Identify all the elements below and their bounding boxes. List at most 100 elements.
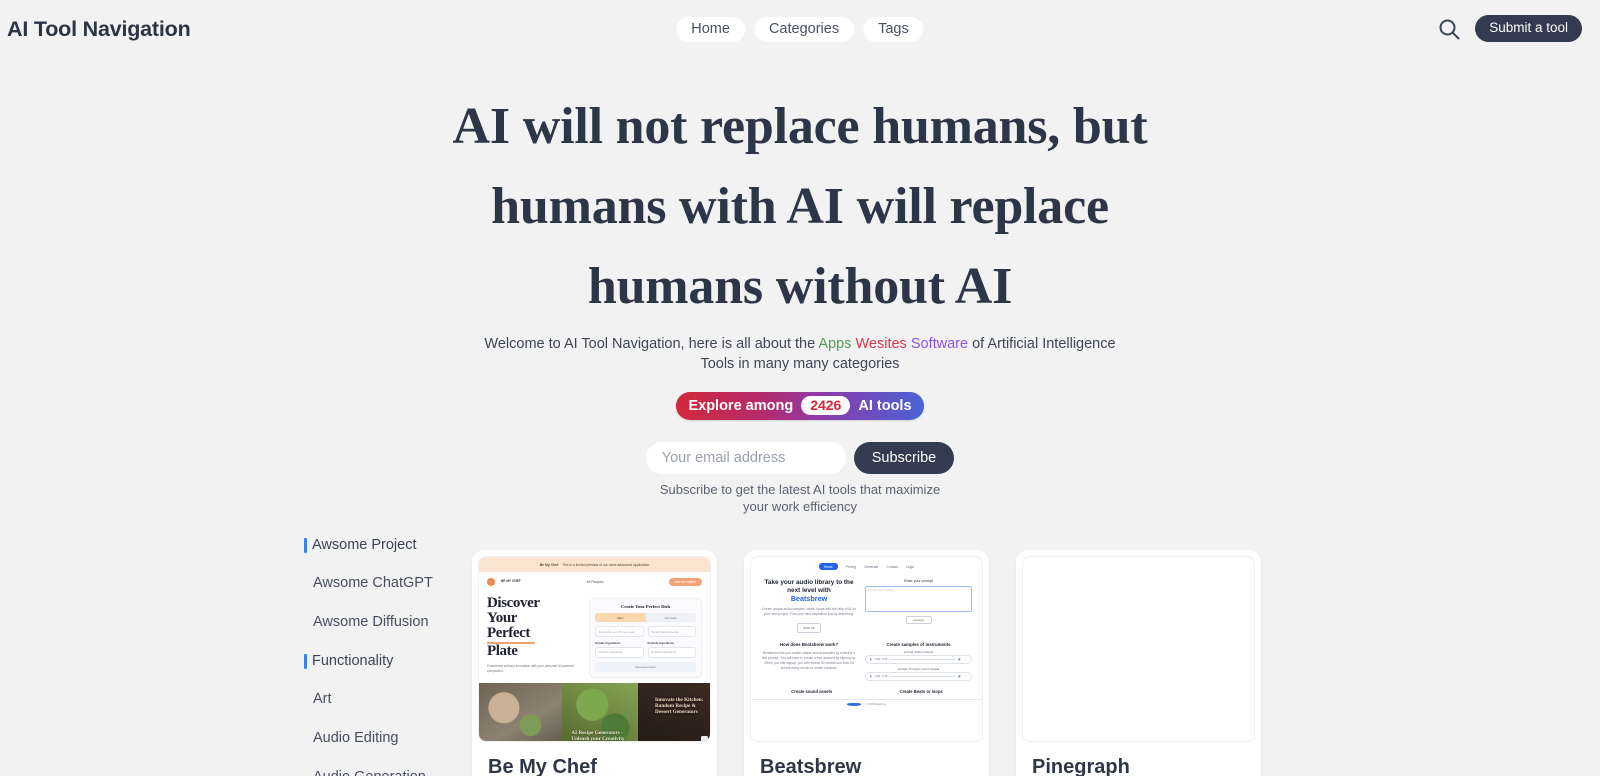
thumb-prompt-title: Enter your prompt (904, 579, 933, 583)
thumb-copyright-row: © 2023 Beatsbrew (751, 698, 982, 706)
card-body: Pinegraph Create art with Pinegraph & Pi… (1016, 742, 1261, 776)
explore-tools-button[interactable]: Explore among 2426 AI tools (676, 392, 924, 420)
thumb-prompt-box: Prompt: piano melody (865, 586, 972, 612)
thumb-lead: Experience culinary innovation with your… (487, 663, 574, 673)
thumb-nav-pricing: Pricing (845, 564, 857, 569)
thumb-paragraph: Create unique audio samples, beats, loop… (761, 607, 857, 617)
thumb-signup-button: SIGN UP (797, 622, 821, 633)
thumb-player-track (890, 658, 956, 660)
sidebar-heading-functionality[interactable]: Functionality (304, 653, 454, 669)
thumb-section-right-title: Create samples of instruments (886, 641, 951, 647)
thumb-cta-button: Add the waitlist (668, 578, 702, 586)
thumb-field-keywords: Keywords, e.g. 15 mins, less (595, 626, 644, 637)
thumb-main: Take your audio library to the next leve… (751, 579, 982, 633)
email-input[interactable] (645, 442, 846, 474)
thumb-form-panel: Create Your Perfect Dish Main Recreate K… (589, 598, 702, 678)
hero-subtitle-after: of Artificial Intelligence (968, 336, 1116, 352)
thumb-nav-generate: Generate (864, 564, 879, 569)
nav-item-home[interactable]: Home (676, 17, 745, 42)
thumb-main: Discover Your Perfect Plate Experience culi… (479, 592, 710, 678)
subscribe-button[interactable]: Subscribe (853, 442, 955, 474)
thumb-tab-main: Main (595, 613, 646, 622)
explore-suffix: AI tools (858, 397, 912, 414)
subscribe-note: Subscribe to get the latest AI tools tha… (0, 482, 1600, 515)
thumb-section-left-body: Beatsbrew lets you create unique sound s… (761, 650, 857, 671)
explore-row: Explore among 2426 AI tools (0, 392, 1600, 420)
site-header: AI Tool Navigation Home Categories Tags … (0, 0, 1600, 59)
page-title-line-3: humans without AI (587, 258, 1013, 315)
thumb-player-time: 0:00 / 0:10 (875, 674, 888, 678)
thumb-footer-headings: Create sound assets Create Beats or loop… (751, 689, 982, 694)
hero-link-software[interactable]: Software (911, 336, 968, 352)
hero-section: AI will not replace humans, but humans w… (0, 59, 1600, 515)
search-icon[interactable] (1437, 17, 1461, 41)
thumb-field-dietary: Dietary Requirements (647, 626, 696, 637)
nav-item-categories[interactable]: Categories (753, 17, 855, 42)
thumb-prompt-1: prompt: Piano melody (903, 649, 934, 654)
page-title-line-1: AI will not replace humans, but (452, 98, 1148, 155)
tool-thumbnail-be-my-chef: Be My Chef This is a limited preview of … (478, 556, 711, 742)
thumb-headline: Discover Your Perfect Plate (487, 595, 540, 659)
category-sidebar: Awsome Project Awsome ChatGPT Awsome Dif… (304, 537, 454, 776)
card-title: Pinegraph (1032, 756, 1130, 776)
sidebar-item-awsome-diffusion[interactable]: Awsome Diffusion (304, 614, 454, 630)
thumb-player-time: 0:00 / 0:10 (875, 657, 888, 661)
tool-card-pinegraph[interactable]: Pinegraph Create art with Pinegraph & Pi… (1016, 550, 1261, 776)
thumb-banner-note: This is a limited preview of our more ad… (562, 562, 650, 567)
hero-link-apps[interactable]: Apps (818, 336, 851, 352)
thumb-copyright: © 2023 Beatsbrew (864, 702, 887, 706)
subscribe-form: Subscribe (0, 442, 1600, 474)
thumb-photo-strip: AI Recipe Generators - Unleash your Crea… (479, 682, 710, 741)
tool-card-be-my-chef[interactable]: Be My Chef This is a limited preview of … (472, 550, 717, 776)
tool-thumbnail-pinegraph (1022, 556, 1255, 742)
thumb-photo-caption-2: Innovate the Kitchen: Random Recipe & De… (655, 696, 704, 715)
hero-subtitle-line2: Tools in many many categories (700, 355, 900, 372)
subscribe-note-line-1: Subscribe to get the latest AI tools tha… (659, 482, 941, 497)
thumb-underline (487, 642, 535, 644)
sidebar-item-art[interactable]: Art (304, 691, 454, 707)
thumb-brand: Beatsbrew (790, 594, 828, 604)
thumb-label-row: Include Ingredients Include Ingredients … (595, 641, 696, 658)
content-area: Awsome Project Awsome ChatGPT Awsome Dif… (0, 537, 1600, 776)
tool-card-beatsbrew[interactable]: Home Pricing Generate Contact Login Take… (744, 550, 989, 776)
thumb-field-include: Include Ingredients (595, 646, 644, 658)
thumb-foot-right: Create Beats or loops (899, 688, 943, 694)
explore-count-badge: 2426 (801, 396, 851, 415)
thumb-panel-title: Create Your Perfect Dish (620, 604, 671, 609)
card-body: Beatsbrew Generated music samples withou… (744, 742, 989, 776)
sidebar-heading-awsome-project[interactable]: Awsome Project (304, 537, 454, 553)
thumb-label-include: Include Ingredients (595, 641, 621, 645)
thumb-label-exclude: Exclude Ingredients (647, 641, 675, 645)
play-icon: ▶ (870, 674, 872, 678)
thumb-generate-button: Generate Ideas (595, 661, 696, 672)
hero-link-websites[interactable]: Wesites (855, 336, 906, 352)
thumb-audio-player-1: ▶ 0:00 / 0:10 🔊 ⋮ (865, 654, 972, 664)
thumb-headline: Take your audio library to the next leve… (764, 579, 854, 594)
tool-card-grid: Be My Chef This is a limited preview of … (472, 550, 1261, 776)
submit-a-tool-button[interactable]: Submit a tool (1475, 15, 1582, 42)
thumb-banner: Be My Chef This is a limited preview of … (479, 557, 710, 572)
play-icon: ▶ (870, 657, 872, 661)
nav-item-tags[interactable]: Tags (863, 17, 924, 42)
thumb-nav-login: Login (905, 564, 915, 569)
thumb-audio-player-2: ▶ 0:00 / 0:10 🔊 ⋮ (865, 671, 972, 681)
thumb-tabs: Main Recreate (595, 613, 696, 622)
tool-thumbnail-beatsbrew: Home Pricing Generate Contact Login Take… (750, 556, 983, 742)
thumb-sections: How does Beatsbrew work? Beatsbrew lets … (751, 642, 982, 681)
thumb-prompt-2: prompt: Trumpet sound sample (897, 666, 940, 671)
more-icon: ⋮ (964, 674, 967, 678)
page-title-line-2: humans with AI will replace (491, 178, 1109, 235)
site-brand[interactable]: AI Tool Navigation (7, 17, 191, 42)
sidebar-item-awsome-chatgpt[interactable]: Awsome ChatGPT (304, 575, 454, 591)
card-title: Be My Chef (488, 756, 597, 776)
thumb-tab-recreate: Recreate (645, 613, 696, 622)
thumb-nav-home: Home (818, 563, 838, 570)
page-title: AI will not replace humans, but humans w… (0, 98, 1600, 315)
thumb-navbar: Home Pricing Generate Contact Login (751, 563, 982, 570)
card-title: Beatsbrew (760, 756, 862, 776)
sidebar-item-audio-editing[interactable]: Audio Editing (304, 730, 454, 746)
sidebar-item-audio-generation[interactable]: Audio Generation (304, 769, 454, 776)
thumb-section-left-title: How does Beatsbrew work? (779, 641, 839, 647)
hero-subtitle: Welcome to AI Tool Navigation, here is a… (0, 335, 1600, 374)
main-nav: Home Categories Tags (676, 17, 924, 42)
